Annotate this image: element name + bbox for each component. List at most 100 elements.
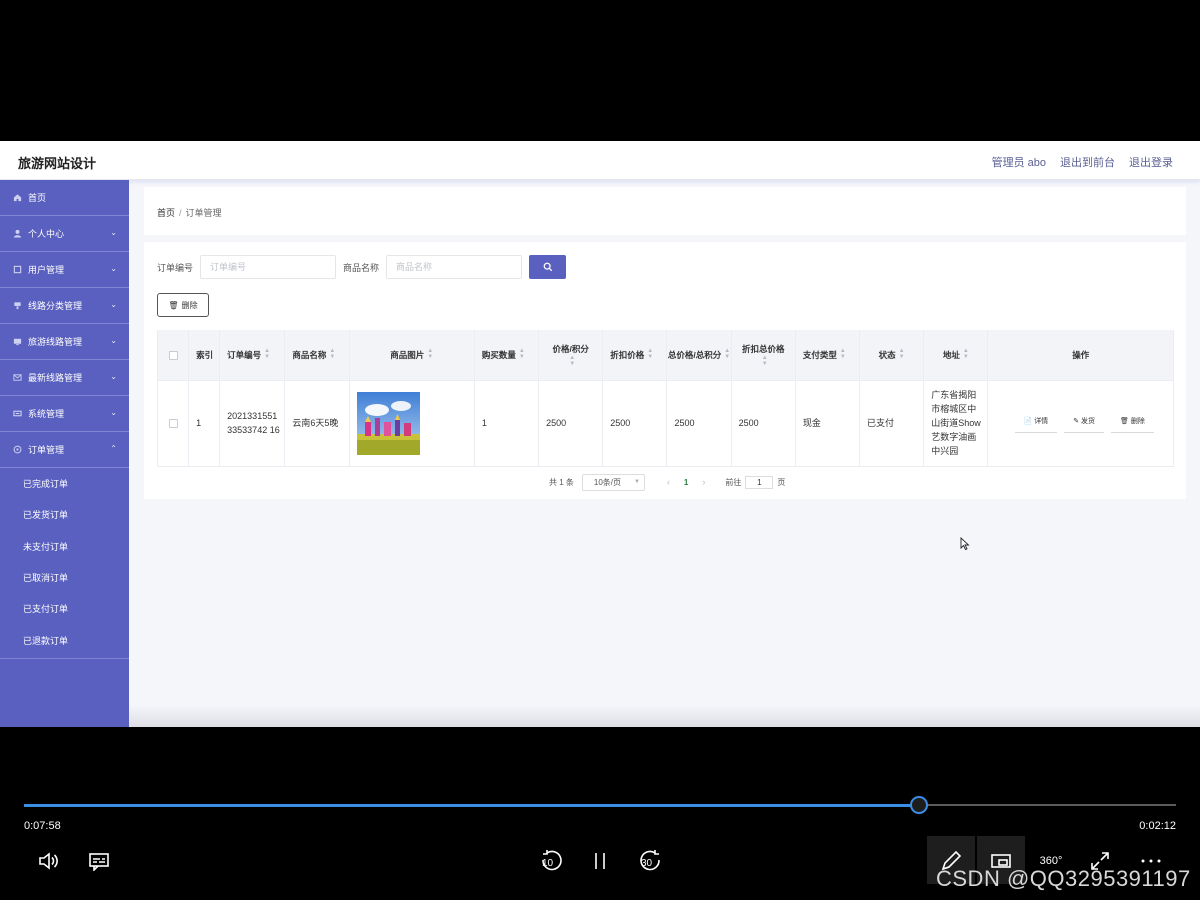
sidebar-item-users[interactable]: 用户管理 ⌄ xyxy=(0,252,129,288)
pagination: 共 1 条 10条/页 ▼ ‹ 1 › 前往 页 xyxy=(549,473,785,491)
product-name-input[interactable] xyxy=(386,255,523,279)
breadcrumb-current: 订单管理 xyxy=(185,208,222,218)
search-icon xyxy=(543,262,552,272)
col-order-no[interactable]: 订单编号 ▲ ▼ xyxy=(219,330,286,381)
page-size-select[interactable]: 10条/页 ▼ xyxy=(581,473,645,491)
sort-icon[interactable]: ▲ ▼ xyxy=(899,348,905,360)
user-icon xyxy=(12,229,22,239)
chevron-down-icon: ⌄ xyxy=(110,336,117,345)
detail-button[interactable]: 📄 详情 xyxy=(1014,413,1058,433)
sidebar-item-tour-route[interactable]: 旅游线路管理 ⌄ xyxy=(0,324,129,360)
col-pay-type[interactable]: 支付类型 ▲ ▼ xyxy=(795,330,861,381)
ship-button[interactable]: ✎ 发货 xyxy=(1064,413,1105,433)
web-page-frame: 旅游网站设计 管理员 abo 退出到前台 退出登录 首页 个人中心 ⌄ 用户管理… xyxy=(0,141,1200,727)
sidebar-item-label: 线路分类管理 xyxy=(28,301,83,311)
volume-button[interactable] xyxy=(36,849,62,873)
sidebar: 首页 个人中心 ⌄ 用户管理 ⌄ 线路分类管理 ⌄ 旅游线路管理 ⌄ 最新线路管… xyxy=(0,180,129,727)
chevron-down-icon: ⌄ xyxy=(110,300,117,309)
submenu-item-unpaid[interactable]: 未支付订单 xyxy=(0,531,129,562)
page-number-current[interactable]: 1 xyxy=(684,478,688,487)
sort-icon[interactable]: ▲ ▼ xyxy=(963,348,969,360)
sort-icon[interactable]: ▲ ▼ xyxy=(569,355,575,367)
row-select-cell[interactable] xyxy=(156,380,190,467)
col-status[interactable]: 状态 ▲ ▼ xyxy=(859,330,925,381)
pause-button[interactable] xyxy=(590,850,610,872)
cell-price: 2500 xyxy=(538,380,604,467)
seek-bar[interactable] xyxy=(24,796,1176,814)
order-no-input[interactable] xyxy=(200,255,337,279)
submenu-item-cancelled[interactable]: 已取消订单 xyxy=(0,562,129,593)
route-icon xyxy=(12,337,22,347)
sort-icon[interactable]: ▲ ▼ xyxy=(724,348,730,360)
submenu-item-completed[interactable]: 已完成订单 xyxy=(0,468,129,499)
cell-pay-type: 现金 xyxy=(795,380,861,467)
page-size-value: 10条/页 xyxy=(593,477,622,487)
chevron-down-icon: ⌄ xyxy=(110,228,117,237)
product-thumbnail-image xyxy=(356,391,420,455)
col-total[interactable]: 总价格/总积分 ▲ ▼ xyxy=(666,330,732,381)
sidebar-item-home[interactable]: 首页 xyxy=(0,180,129,216)
sidebar-item-latest-route[interactable]: 最新线路管理 ⌄ xyxy=(0,360,129,396)
submenu-item-refunded[interactable]: 已退款订单 xyxy=(0,624,129,655)
cell-discount-price: 2500 xyxy=(602,380,668,467)
seek-handle[interactable] xyxy=(910,796,929,814)
row-checkbox[interactable] xyxy=(168,419,178,429)
admin-user-label[interactable]: 管理员 abo xyxy=(992,154,1046,170)
next-page-button[interactable]: › xyxy=(702,477,705,487)
col-index: 索引 xyxy=(188,330,221,381)
sort-icon[interactable]: ▲ ▼ xyxy=(427,348,433,360)
prev-page-button[interactable]: ‹ xyxy=(667,477,670,487)
cell-product-image xyxy=(349,380,475,467)
col-quantity[interactable]: 购买数量 ▲ ▼ xyxy=(474,330,540,381)
cell-status: 已支付 xyxy=(859,380,925,467)
cell-actions: 📄 详情 ✎ 发货 🗑 删除 xyxy=(987,380,1174,467)
chevron-down-icon: ⌄ xyxy=(110,408,117,417)
sidebar-item-system[interactable]: 系统管理 ⌄ xyxy=(0,396,129,432)
logout-link[interactable]: 退出登录 xyxy=(1129,154,1173,170)
breadcrumb: 首页 / 订单管理 xyxy=(157,206,222,219)
subtitles-button[interactable] xyxy=(87,849,111,873)
col-address[interactable]: 地址 ▲ ▼ xyxy=(923,330,989,381)
submenu-item-paid[interactable]: 已支付订单 xyxy=(0,593,129,624)
sidebar-item-orders[interactable]: 订单管理 ⌃ xyxy=(0,432,129,468)
chevron-down-icon: ▼ xyxy=(633,478,640,485)
sidebar-item-label: 用户管理 xyxy=(28,265,65,275)
select-all-checkbox[interactable] xyxy=(168,350,178,360)
sort-icon[interactable]: ▲ ▼ xyxy=(519,348,525,360)
sort-icon[interactable]: ▲ ▼ xyxy=(329,348,335,360)
cell-quantity: 1 xyxy=(474,380,540,467)
edit-icon: ✎ xyxy=(1073,418,1080,425)
more-icon xyxy=(1141,859,1161,863)
sort-icon[interactable]: ▲ ▼ xyxy=(264,348,270,360)
rewind-10-button[interactable]: 10 xyxy=(537,847,565,875)
search-button[interactable] xyxy=(529,255,567,279)
col-discount-price[interactable]: 折扣价格 ▲ ▼ xyxy=(602,330,668,381)
col-product-name[interactable]: 商品名称 ▲ ▼ xyxy=(284,330,350,381)
sort-icon[interactable]: ▲ ▼ xyxy=(647,348,653,360)
sort-icon[interactable]: ▲ ▼ xyxy=(840,348,846,360)
system-icon xyxy=(12,409,22,419)
cell-address: 广东省揭阳市榕城区中山街道Show艺数字油画中兴园 xyxy=(923,380,989,467)
col-product-image[interactable]: 商品图片 ▲ ▼ xyxy=(349,330,475,381)
submenu-item-shipped[interactable]: 已发货订单 xyxy=(0,499,129,530)
orders-table: 索引 订单编号 ▲ ▼ 商品名称 ▲ ▼ 商品图片 ▲ ▼ 购买数量 ▲ ▼ 价格/积分 ▲ ▼ 折… xyxy=(156,330,1174,467)
col-actions: 操作 xyxy=(987,330,1174,381)
exit-to-front-link[interactable]: 退出到前台 xyxy=(1060,154,1115,170)
video-player-window: 旅游网站设计 管理员 abo 退出到前台 退出登录 首页 个人中心 ⌄ 用户管理… xyxy=(0,0,1200,900)
header-actions: 管理员 abo 退出到前台 退出登录 xyxy=(992,154,1173,170)
delete-row-button[interactable]: 🗑 删除 xyxy=(1111,413,1154,433)
breadcrumb-home[interactable]: 首页 xyxy=(157,208,175,218)
sidebar-item-route-category[interactable]: 线路分类管理 ⌄ xyxy=(0,288,129,324)
goto-label: 前往 xyxy=(725,477,742,487)
sort-icon[interactable]: ▲ ▼ xyxy=(762,355,768,367)
batch-delete-button[interactable]: 🗑 删除 xyxy=(157,293,209,317)
sidebar-item-personal[interactable]: 个人中心 ⌄ xyxy=(0,216,129,252)
seek-bar-played xyxy=(24,804,920,807)
sidebar-item-label: 订单管理 xyxy=(28,445,65,455)
select-all-cell[interactable] xyxy=(156,330,190,381)
col-price[interactable]: 价格/积分 ▲ ▼ xyxy=(538,330,604,381)
goto-page-input[interactable] xyxy=(745,475,774,489)
category-icon xyxy=(12,301,22,311)
forward-30-button[interactable]: 30 xyxy=(637,847,665,875)
col-discount-total[interactable]: 折扣总价格 ▲ ▼ xyxy=(731,330,796,381)
